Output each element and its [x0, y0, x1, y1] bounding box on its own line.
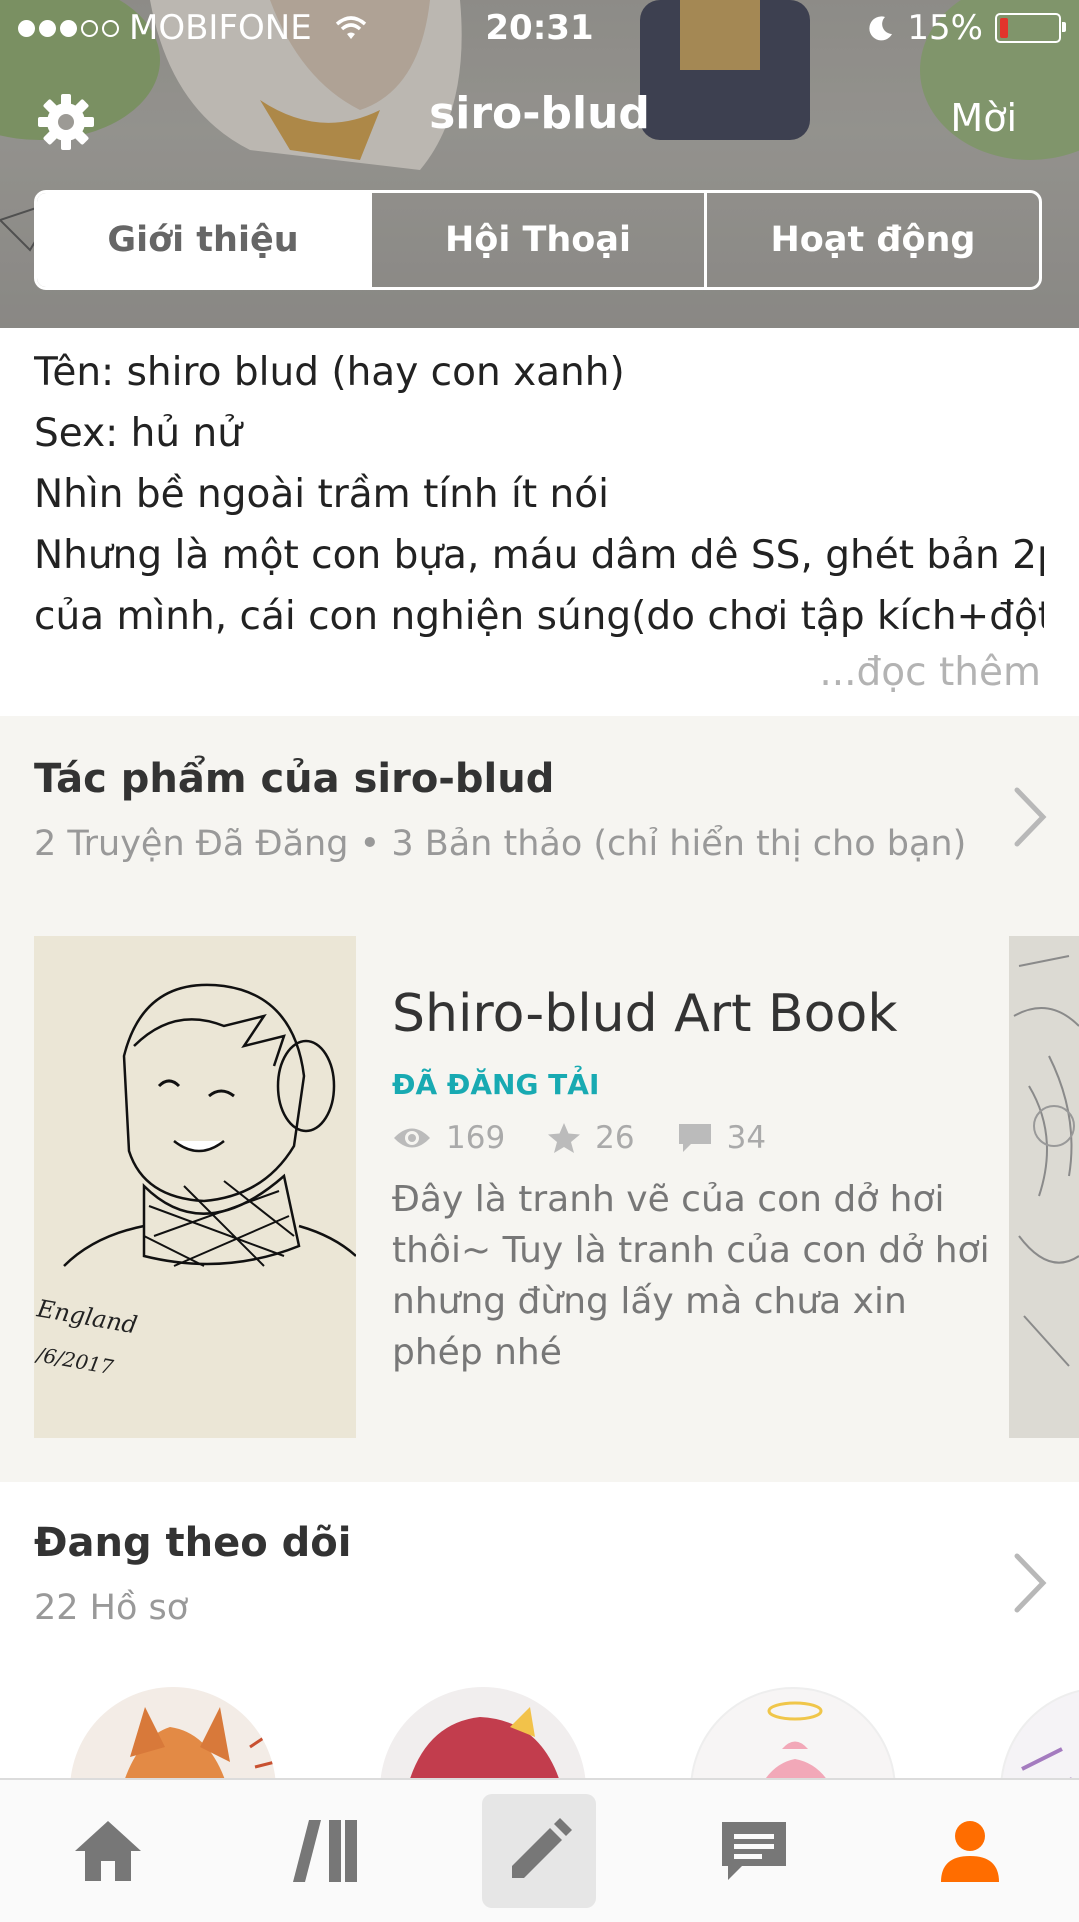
avatar[interactable] — [1000, 1687, 1079, 1778]
tab-about[interactable]: Giới thiệu — [37, 193, 369, 287]
bio-line: Sex: hủ nử — [34, 411, 242, 456]
story-title[interactable]: Shiro-blud Art Book — [392, 984, 897, 1044]
tab-activity[interactable]: Hoạt động — [704, 193, 1039, 287]
invite-button[interactable]: Mời — [950, 96, 1017, 140]
following-title[interactable]: Đang theo dõi — [34, 1520, 352, 1566]
avatar-art — [410, 1707, 559, 1778]
tab-profile[interactable] — [900, 1780, 1040, 1922]
library-icon — [293, 1820, 357, 1882]
works-section: Tác phẩm của siro-blud 2 Truyện Đã Đăng … — [0, 716, 1079, 1482]
story-stats: 169 26 34 — [392, 1120, 808, 1156]
page-title: siro-blud — [429, 88, 650, 139]
comment-icon — [678, 1124, 711, 1152]
battery-icon — [995, 13, 1066, 43]
avatar-art — [1021, 1747, 1072, 1778]
avatar[interactable] — [70, 1687, 276, 1778]
tab-library[interactable] — [254, 1780, 394, 1922]
profile-icon — [941, 1821, 999, 1882]
bio-line: Nhìn bề ngoài trầm tính ít nói — [34, 472, 609, 517]
next-story-cover[interactable] — [1009, 936, 1079, 1438]
write-icon — [512, 1818, 572, 1878]
story-status-badge: ĐÃ ĐĂNG TẢI — [392, 1068, 600, 1101]
story-cover-drawing: England /6/2017 — [34, 936, 356, 1438]
home-icon — [75, 1821, 141, 1881]
comments-count: 34 — [726, 1120, 767, 1156]
story-cover[interactable]: England /6/2017 — [34, 936, 356, 1438]
bio-text: Tên: shiro blud (hay con xanh) Sex: hủ n… — [34, 342, 1044, 647]
messages-icon — [722, 1822, 786, 1880]
battery-info: 15% — [867, 8, 1066, 48]
tab-messages[interactable] — [684, 1780, 824, 1922]
tab-conversations[interactable]: Hội Thoại — [369, 193, 704, 287]
tab-write[interactable] — [469, 1780, 609, 1922]
status-bar: MOBIFONE 20:31 15% — [0, 0, 1079, 60]
moon-icon — [869, 16, 893, 41]
profile-header: MOBIFONE 20:31 15% siro-blud Mời Giới th… — [0, 0, 1079, 328]
reads-stat: 169 — [392, 1120, 505, 1156]
following-section: Đang theo dõi 22 Hồ sơ — [0, 1482, 1079, 1778]
read-more-link[interactable]: ...đọc thêm — [819, 650, 1041, 695]
next-story-cover-drawing — [1009, 936, 1079, 1438]
avatar[interactable] — [380, 1687, 586, 1778]
works-subtitle: 2 Truyện Đã Đăng • 3 Bản thảo (chỉ hiển … — [34, 824, 967, 864]
reads-count: 169 — [446, 1120, 506, 1156]
bio-line: của mình, cái con nghiện súng(do chơi tậ… — [34, 594, 1044, 639]
eye-icon — [394, 1128, 430, 1148]
tab-home[interactable] — [38, 1780, 178, 1922]
chevron-right-icon[interactable] — [1013, 786, 1047, 848]
profile-tabs: Giới thiệu Hội Thoại Hoạt động — [34, 190, 1042, 290]
comments-stat: 34 — [677, 1120, 766, 1156]
works-title[interactable]: Tác phẩm của siro-blud — [34, 756, 554, 802]
bio-line: Tên: shiro blud (hay con xanh) — [34, 350, 625, 395]
bottom-tab-bar — [0, 1778, 1079, 1922]
avatar[interactable] — [690, 1687, 896, 1778]
star-icon — [548, 1123, 581, 1153]
avatar-art — [766, 1701, 826, 1778]
following-subtitle: 22 Hồ sơ — [34, 1588, 189, 1628]
votes-stat: 26 — [547, 1120, 635, 1156]
avatar-art — [125, 1707, 276, 1778]
battery-percent: 15% — [907, 8, 983, 48]
chevron-right-icon[interactable] — [1013, 1552, 1047, 1614]
story-description: Đây là tranh vẽ của con dở hơi thôi~ Tuy… — [392, 1179, 990, 1373]
votes-count: 26 — [595, 1120, 635, 1156]
bio-line: Nhưng là một con bựa, máu dâm dê SS, ghé… — [34, 533, 1044, 578]
battery-level — [1000, 18, 1008, 38]
